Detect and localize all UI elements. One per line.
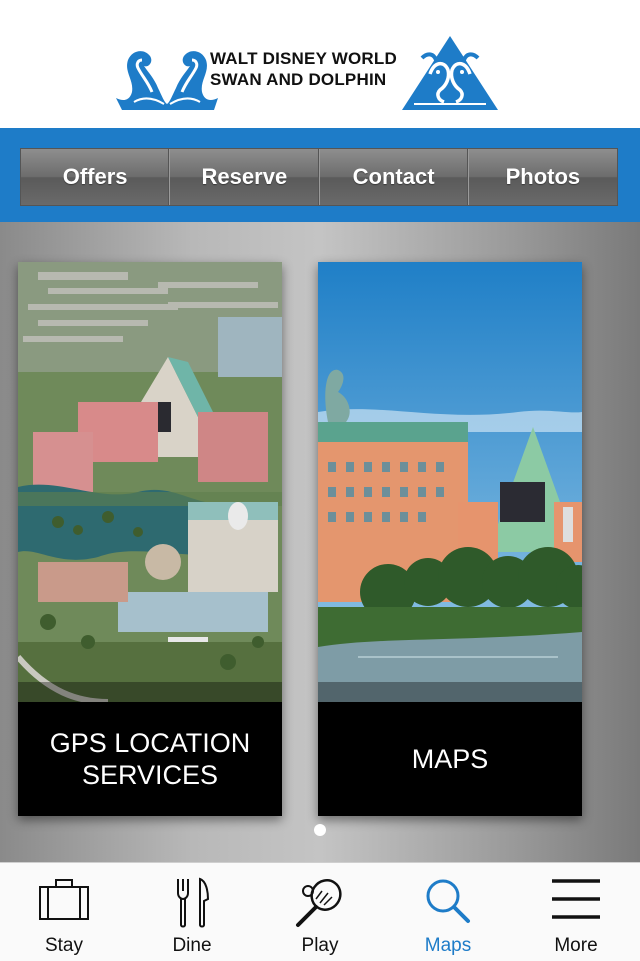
photos-button[interactable]: Photos: [469, 149, 617, 205]
brand-logo: WALT DISNEY WORLD SWAN AND DOLPHIN: [114, 34, 500, 114]
tab-maps[interactable]: Maps: [384, 863, 512, 961]
tab-more-label: More: [554, 935, 598, 956]
tab-dine[interactable]: Dine: [128, 863, 256, 961]
tab-more[interactable]: More: [512, 863, 640, 961]
tab-play[interactable]: Play: [256, 863, 384, 961]
tennis-racket-icon: [296, 879, 342, 927]
tab-maps-label: Maps: [424, 935, 472, 956]
main-carousel[interactable]: GPS LOCATION SERVICES MAPS: [0, 222, 640, 862]
logo-line-1: WALT DISNEY WORLD: [210, 49, 397, 68]
tab-play-label: Play: [301, 935, 339, 956]
bottom-tab-bar: Stay Dine Play Maps More: [0, 862, 640, 961]
tab-dine-label: Dine: [172, 935, 212, 956]
hotel-lagoon-photo: [318, 262, 582, 702]
contact-button[interactable]: Contact: [320, 149, 469, 205]
gps-location-card[interactable]: GPS LOCATION SERVICES: [18, 262, 282, 816]
dolphin-logo-icon: [402, 36, 498, 110]
logo-line-2: SWAN AND DOLPHIN: [210, 70, 387, 89]
maps-card[interactable]: MAPS: [318, 262, 582, 816]
maps-card-caption: MAPS: [318, 702, 582, 816]
suitcase-icon: [39, 879, 89, 920]
gps-caption-line-2: SERVICES: [81, 760, 219, 790]
fork-knife-icon: [177, 877, 210, 928]
tab-stay-label: Stay: [44, 935, 84, 956]
header: WALT DISNEY WORLD SWAN AND DOLPHIN: [0, 0, 640, 128]
reserve-button[interactable]: Reserve: [170, 149, 320, 205]
menu-icon: [552, 879, 600, 919]
aerial-resort-photo: [18, 262, 282, 702]
gps-card-caption: GPS LOCATION SERVICES: [18, 702, 282, 816]
logo-text: WALT DISNEY WORLD SWAN AND DOLPHIN: [210, 48, 410, 90]
top-nav-bar: Offers Reserve Contact Photos: [0, 128, 640, 222]
offers-button[interactable]: Offers: [21, 149, 171, 205]
search-icon: [426, 879, 470, 923]
swan-logo-icon: [116, 51, 218, 110]
page-indicator: [0, 824, 640, 838]
top-nav-segments: Offers Reserve Contact Photos: [20, 148, 618, 206]
gps-caption-line-1: GPS LOCATION: [49, 728, 251, 758]
tab-stay[interactable]: Stay: [0, 863, 128, 961]
page-dot-active: [314, 824, 326, 836]
